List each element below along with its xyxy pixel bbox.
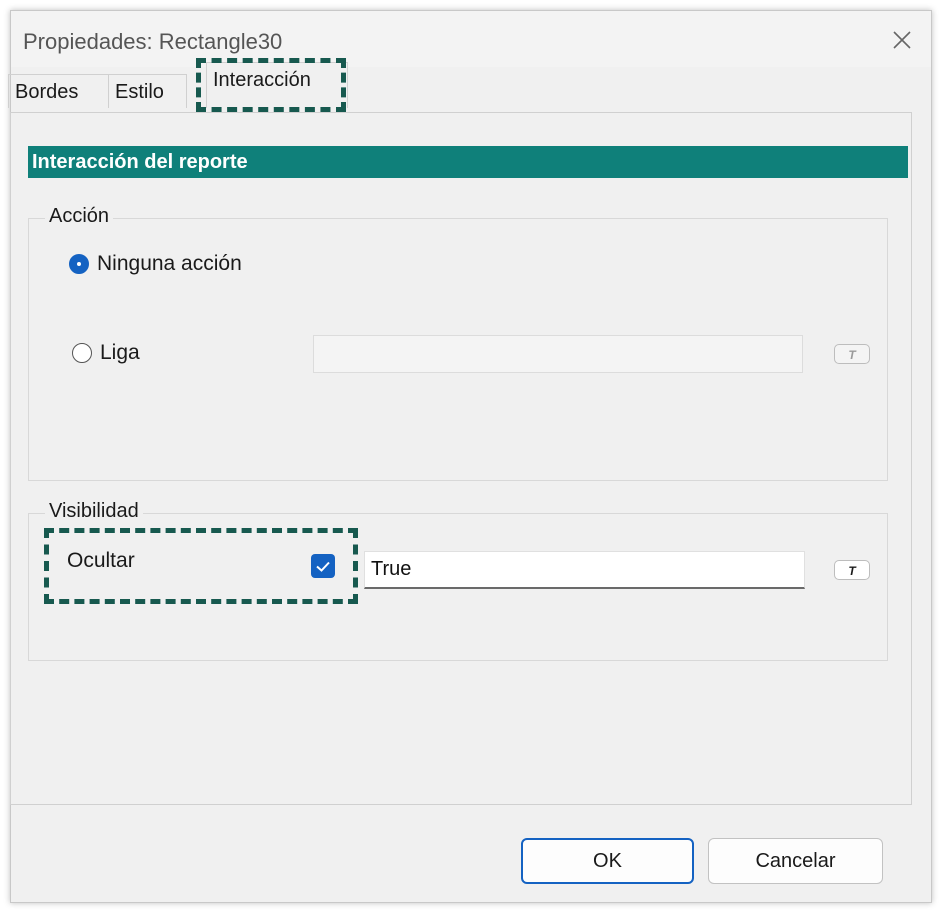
close-icon[interactable] (891, 29, 913, 51)
accion-group-label: Acción (45, 205, 114, 228)
liga-input (313, 335, 803, 373)
ocultar-checkbox[interactable] (311, 554, 335, 578)
ok-button[interactable]: OK (521, 838, 694, 884)
radio-unselected-icon (72, 343, 92, 363)
radio-liga-label: Liga (100, 341, 140, 364)
tab-bordes[interactable]: Bordes (8, 74, 109, 108)
title-bar: Propiedades: Rectangle30 (11, 11, 931, 67)
liga-expression-button: T (834, 344, 870, 364)
radio-selected-icon (69, 254, 89, 274)
ocultar-label: Ocultar (67, 549, 135, 572)
checkmark-icon (316, 561, 330, 572)
cancel-button[interactable]: Cancelar (708, 838, 883, 884)
radio-liga[interactable]: Liga (72, 341, 140, 365)
radio-ninguna-label: Ninguna acción (97, 252, 242, 275)
section-header: Interacción del reporte (28, 146, 908, 178)
tab-estilo[interactable]: Estilo (109, 74, 187, 108)
tab-interaccion[interactable]: Interacción (206, 62, 348, 108)
visibility-expression-input[interactable]: True (364, 551, 805, 589)
visibility-expression-button[interactable]: T (834, 560, 870, 580)
radio-ninguna-accion[interactable]: Ninguna acción (69, 252, 242, 276)
visibilidad-group-label: Visibilidad (45, 500, 143, 523)
dialog-title: Propiedades: Rectangle30 (23, 29, 283, 54)
